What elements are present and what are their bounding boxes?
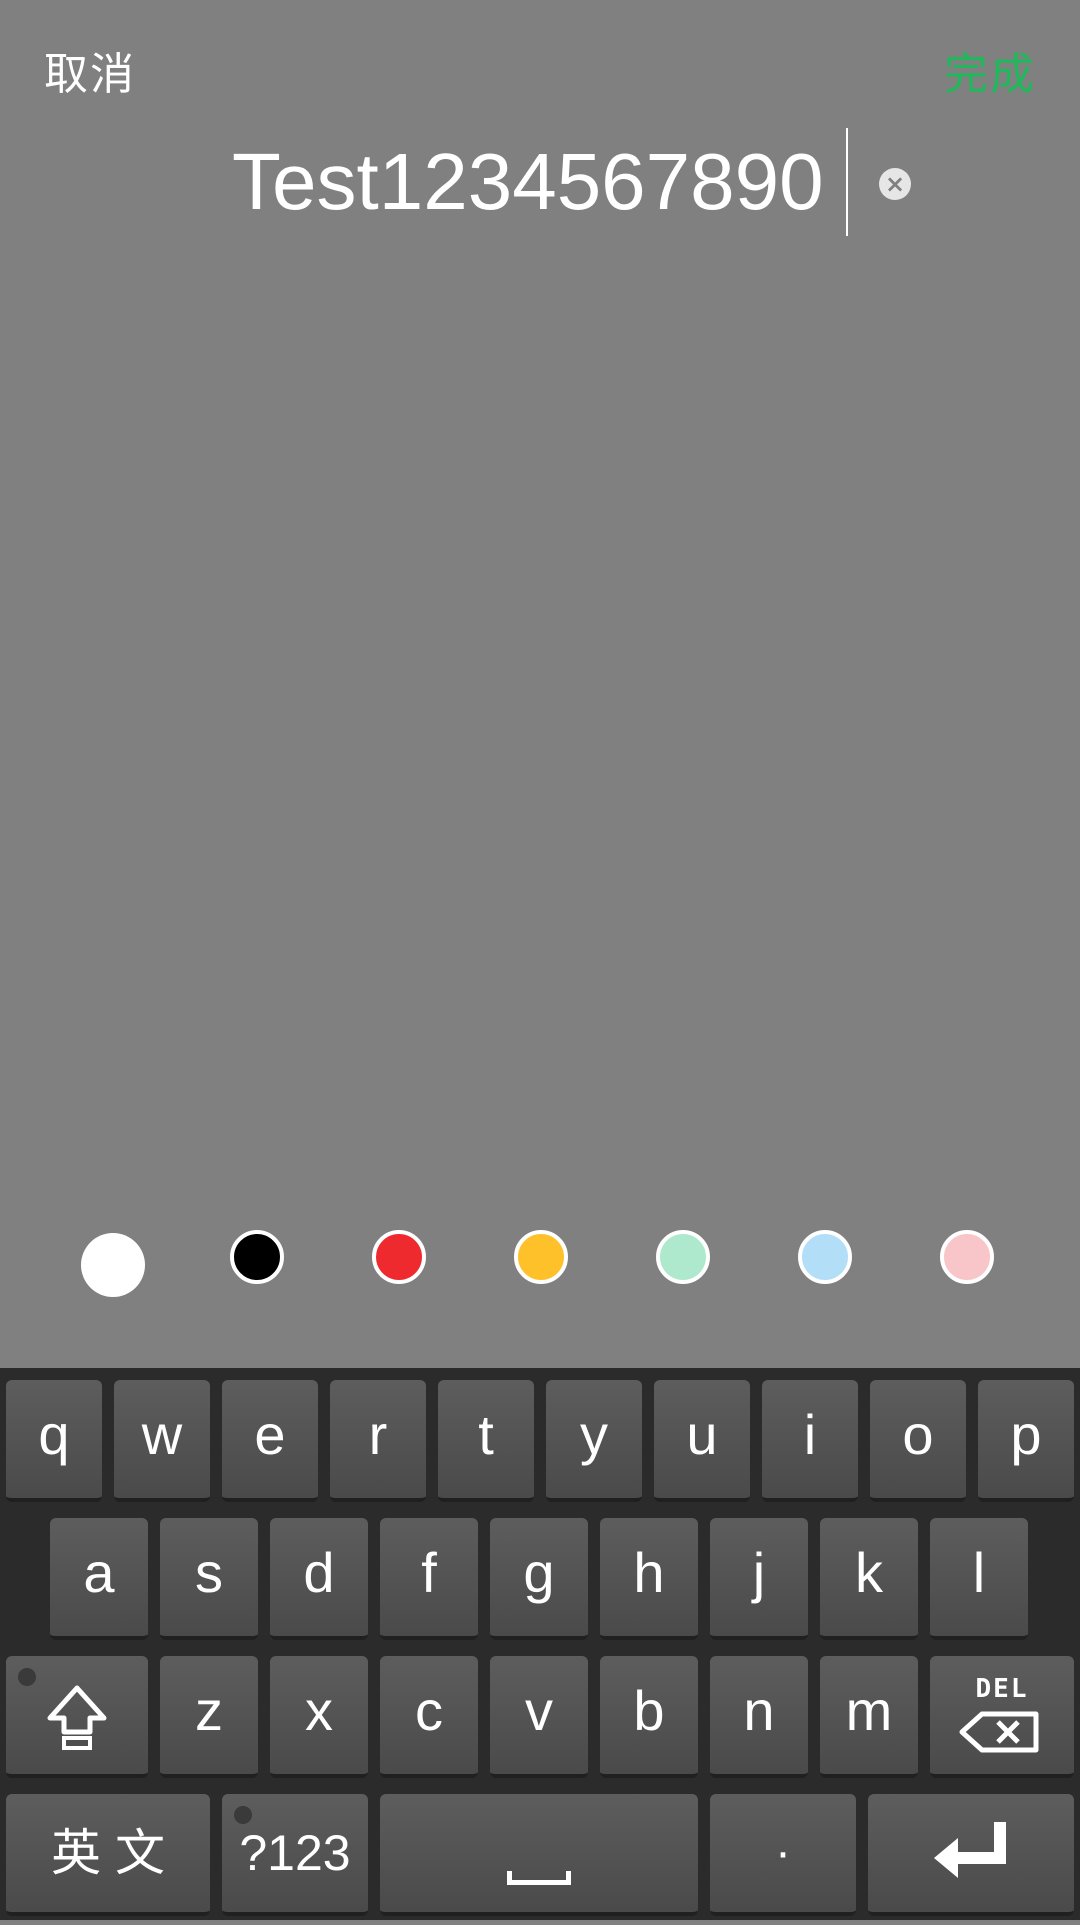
soft-keyboard: q w e r t y u i o p a s d f g h j k l z … <box>0 1368 1080 1920</box>
key-m[interactable]: m <box>820 1656 918 1778</box>
text-caret <box>846 128 848 236</box>
key-e[interactable]: e <box>222 1380 318 1502</box>
key-n[interactable]: n <box>710 1656 808 1778</box>
key-t[interactable]: t <box>438 1380 534 1502</box>
key-i[interactable]: i <box>762 1380 858 1502</box>
key-r[interactable]: r <box>330 1380 426 1502</box>
space-icon <box>507 1870 571 1885</box>
key-f[interactable]: f <box>380 1518 478 1640</box>
delete-key[interactable]: DEL <box>930 1656 1074 1778</box>
enter-key[interactable] <box>868 1794 1074 1916</box>
key-q[interactable]: q <box>6 1380 102 1502</box>
done-button[interactable]: 完成 <box>944 38 1036 102</box>
cancel-button[interactable]: 取消 <box>44 38 136 102</box>
top-bar: 取消 完成 <box>0 0 1080 130</box>
period-key[interactable]: · <box>710 1794 856 1916</box>
key-b[interactable]: b <box>600 1656 698 1778</box>
key-z[interactable]: z <box>160 1656 258 1778</box>
shift-indicator <box>18 1668 36 1686</box>
key-s[interactable]: s <box>160 1518 258 1640</box>
color-palette <box>0 1230 1080 1300</box>
key-c[interactable]: c <box>380 1656 478 1778</box>
color-swatch-pink[interactable] <box>940 1230 994 1284</box>
shift-key[interactable] <box>6 1656 148 1778</box>
key-a[interactable]: a <box>50 1518 148 1640</box>
period-label: · <box>775 1826 791 1879</box>
key-j[interactable]: j <box>710 1518 808 1640</box>
key-g[interactable]: g <box>490 1518 588 1640</box>
key-w[interactable]: w <box>114 1380 210 1502</box>
key-d[interactable]: d <box>270 1518 368 1640</box>
clear-text-icon[interactable]: × <box>879 168 911 200</box>
color-swatch-white[interactable] <box>81 1233 145 1297</box>
key-p[interactable]: p <box>978 1380 1074 1502</box>
enter-icon <box>934 1822 1006 1878</box>
key-x[interactable]: x <box>270 1656 368 1778</box>
symbols-key[interactable]: ?123 <box>222 1794 368 1916</box>
color-swatch-mint[interactable] <box>656 1230 710 1284</box>
backspace-icon <box>959 1711 1039 1753</box>
delete-label: DEL <box>975 1674 1029 1704</box>
key-v[interactable]: v <box>490 1656 588 1778</box>
key-o[interactable]: o <box>870 1380 966 1502</box>
color-swatch-red[interactable] <box>372 1230 426 1284</box>
symbols-indicator <box>234 1806 252 1824</box>
text-value: Test1234567890 <box>232 137 824 226</box>
key-l[interactable]: l <box>930 1518 1028 1640</box>
text-input[interactable]: Test1234567890 <box>0 126 1080 238</box>
space-key[interactable] <box>380 1794 698 1916</box>
key-k[interactable]: k <box>820 1518 918 1640</box>
key-y[interactable]: y <box>546 1380 642 1502</box>
key-h[interactable]: h <box>600 1518 698 1640</box>
key-u[interactable]: u <box>654 1380 750 1502</box>
language-switch-key[interactable]: 英 文 <box>6 1794 210 1916</box>
color-swatch-yellow[interactable] <box>514 1230 568 1284</box>
color-swatch-black[interactable] <box>230 1230 284 1284</box>
language-label: 英 文 <box>51 1825 165 1881</box>
color-swatch-light-blue[interactable] <box>798 1230 852 1284</box>
